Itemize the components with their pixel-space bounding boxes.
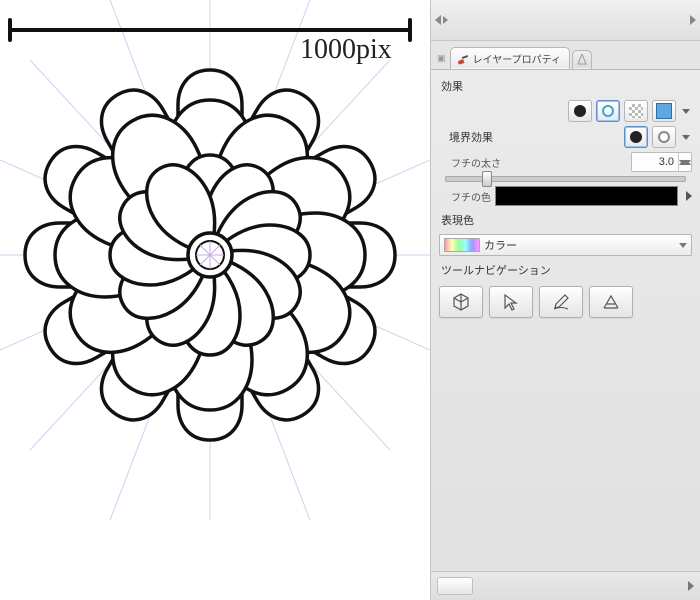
thickness-slider[interactable] [445,176,686,182]
collapse-icon[interactable]: ▣ [437,53,446,64]
expression-value: カラー [484,237,675,253]
tab-row: ▣ レイヤープロパティ [431,41,700,70]
panel-body: 効果 境界効果 フチの太さ 3.0 フチの色 [431,70,700,571]
panel-header-strip [431,0,700,41]
tool-navigation-row [439,286,692,318]
effect-more-icon[interactable] [682,109,690,114]
ruler-icon [577,54,587,66]
border-more-icon[interactable] [682,135,690,140]
footer-handle[interactable] [437,577,473,595]
nav-forward-icon[interactable] [690,15,696,25]
circle-fill-icon [630,131,642,143]
perspective-icon [601,292,621,312]
circle-fill-icon [574,105,586,117]
tab-label: レイヤープロパティ [473,51,562,66]
border-color-well[interactable] [495,186,678,206]
dropdown-chevron-icon [679,243,687,248]
color-expand-icon[interactable] [686,191,692,201]
toolnav-heading: ツールナビゲーション [439,260,692,280]
canvas-annotation: 1000pix [300,34,392,65]
tab-layer-property[interactable]: レイヤープロパティ [450,47,571,69]
effect-color-button[interactable] [652,100,676,122]
effect-tone-button[interactable] [624,100,648,122]
thickness-value: 3.0 [632,156,678,168]
color-spectrum-icon [444,238,480,252]
layer-property-panel: ▣ レイヤープロパティ 効果 境界効果 フチの太さ [430,0,700,600]
circle-outline-icon [602,105,614,117]
pen-icon [551,292,571,312]
spinner-down[interactable] [679,162,691,171]
cube-icon [451,292,471,312]
pointer-icon [501,292,521,312]
tool-object-button[interactable] [439,286,483,318]
nav-right-icon[interactable] [443,16,448,24]
expression-heading: 表現色 [439,210,692,230]
border-outline-button[interactable] [652,126,676,148]
border-fill-button[interactable] [624,126,648,148]
border-color-label: フチの色 [439,189,491,204]
tool-perspective-button[interactable] [589,286,633,318]
circle-gray-icon [658,131,670,143]
effect-heading: 効果 [439,76,692,96]
panel-footer [431,571,700,600]
thickness-label: フチの太さ [439,155,501,170]
tool-pen-button[interactable] [539,286,583,318]
effect-outline-button[interactable] [596,100,620,122]
drawing-canvas[interactable]: 1000pix [0,0,430,600]
expression-dropdown[interactable]: カラー [439,234,692,256]
effect-icon-row [439,100,692,122]
effect-fill-button[interactable] [568,100,592,122]
border-effect-heading: 境界効果 [439,127,495,147]
brush-icon [457,53,469,65]
thickness-spinner[interactable]: 3.0 [631,152,692,172]
slider-thumb[interactable] [482,171,492,187]
blue-square-icon [656,103,672,119]
tool-select-button[interactable] [489,286,533,318]
nav-left-icon[interactable] [435,15,441,25]
checker-icon [629,104,643,118]
tab-secondary[interactable] [572,50,592,70]
footer-arrow-icon[interactable] [688,581,694,591]
